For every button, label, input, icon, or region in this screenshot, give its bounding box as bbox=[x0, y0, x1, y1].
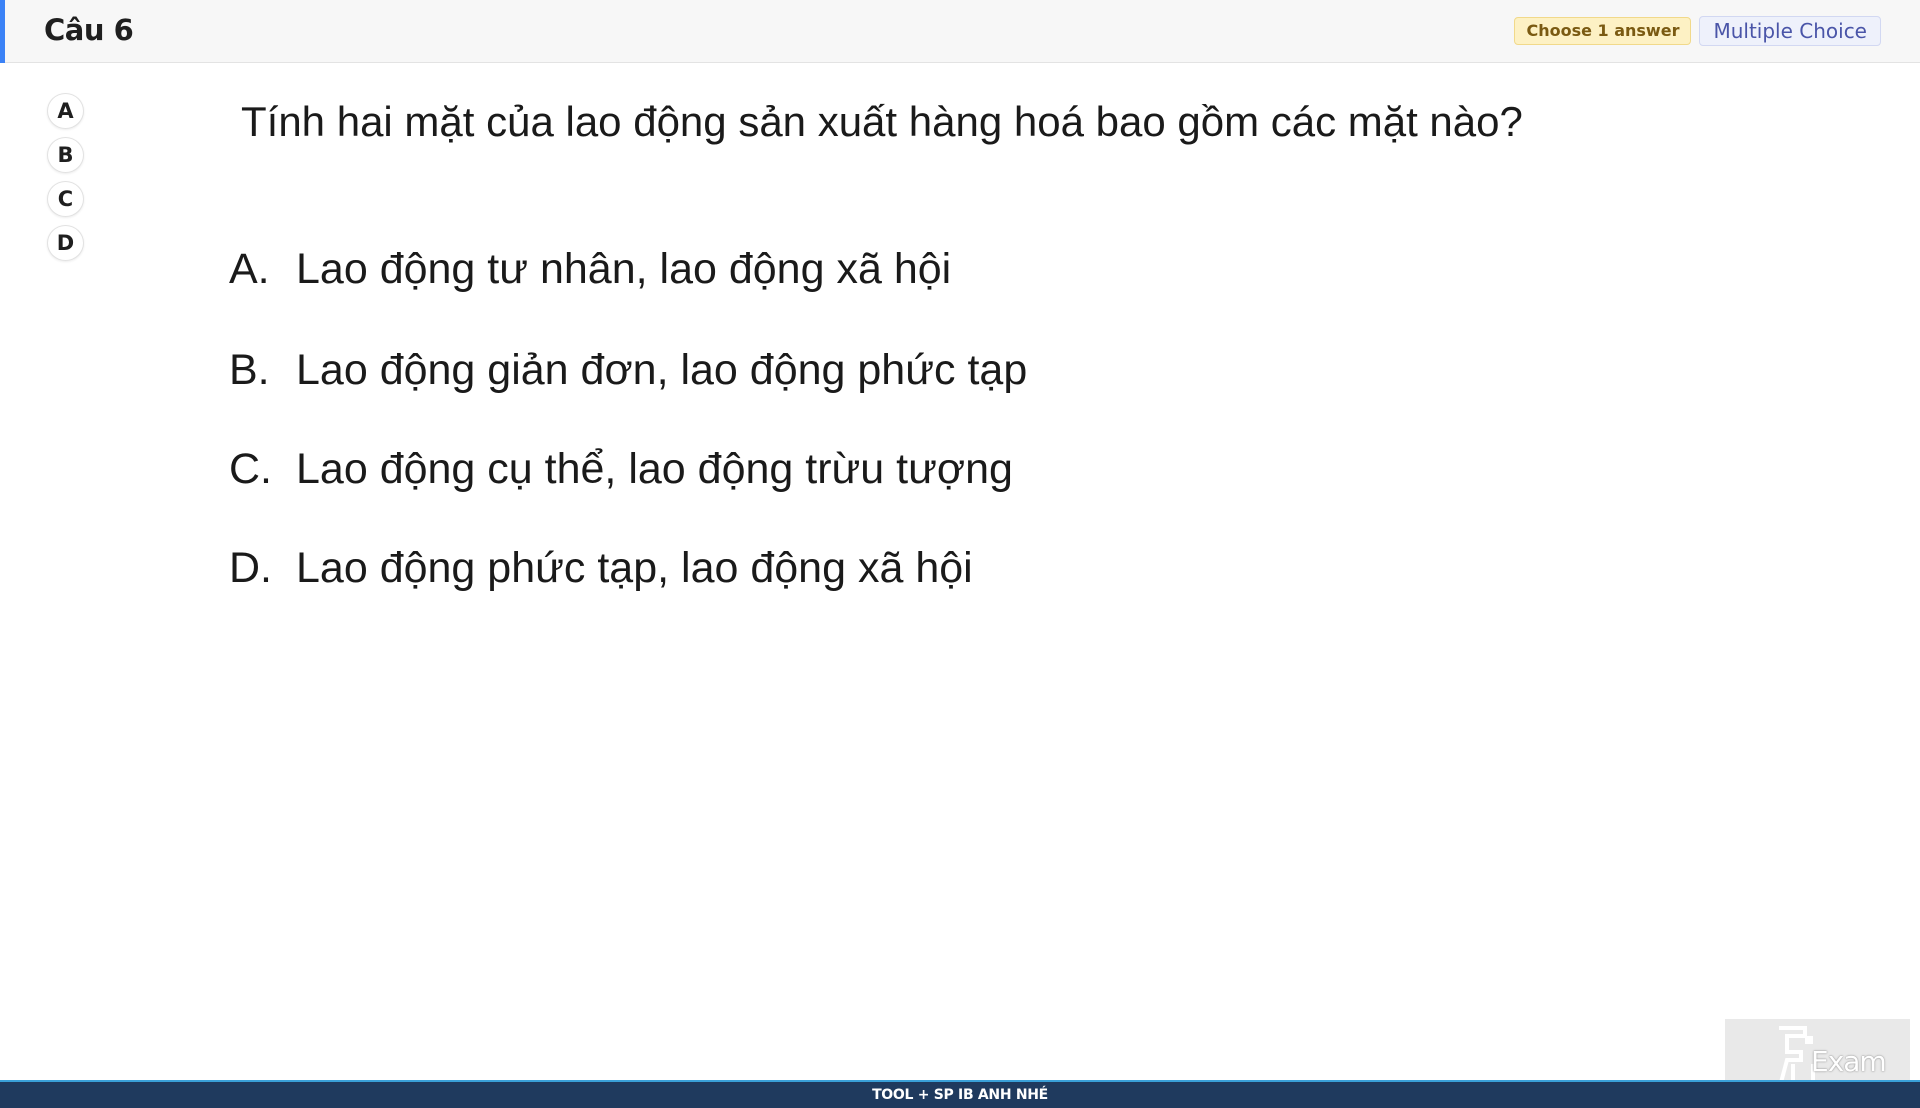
option-button-b[interactable]: B bbox=[47, 137, 84, 173]
answer-a: A. Lao động tư nhân, lao động xã hội bbox=[229, 245, 951, 294]
exam-app: Câu 6 Choose 1 answer Multiple Choice A … bbox=[0, 0, 1920, 1108]
answer-a-letter: A. bbox=[229, 245, 270, 293]
answer-c-letter: C. bbox=[229, 445, 272, 493]
answer-d: D. Lao động phức tạp, lao động xã hội bbox=[229, 544, 973, 593]
option-button-d[interactable]: D bbox=[47, 225, 84, 261]
answer-c-text: Lao động cụ thể, lao động trừu tượng bbox=[296, 445, 1013, 493]
answer-b-letter: B. bbox=[229, 346, 270, 394]
answer-b-text: Lao động giản đơn, lao động phức tạp bbox=[296, 346, 1028, 394]
footer-text: TOOL + SP IB ANH NHÉ bbox=[872, 1087, 1048, 1103]
answer-selector: A B C D bbox=[47, 93, 84, 261]
option-button-c[interactable]: C bbox=[47, 181, 84, 217]
question-type-badge: Multiple Choice bbox=[1699, 16, 1881, 46]
choose-count-badge: Choose 1 answer bbox=[1514, 17, 1692, 45]
answer-c: C. Lao động cụ thể, lao động trừu tượng bbox=[229, 445, 1013, 494]
footer-bar: TOOL + SP IB ANH NHÉ bbox=[0, 1080, 1920, 1108]
option-button-a[interactable]: A bbox=[47, 93, 84, 129]
header-accent-bar bbox=[0, 0, 5, 63]
question-number: Câu 6 bbox=[44, 13, 134, 47]
watermark-text: Exam bbox=[1811, 1045, 1887, 1078]
answer-b: B. Lao động giản đơn, lao động phức tạp bbox=[229, 346, 1027, 395]
answer-d-text: Lao động phức tạp, lao động xã hội bbox=[296, 544, 973, 592]
question-header: Câu 6 Choose 1 answer Multiple Choice bbox=[0, 0, 1920, 63]
question-badges: Choose 1 answer Multiple Choice bbox=[1514, 16, 1881, 46]
answer-a-text: Lao động tư nhân, lao động xã hội bbox=[296, 245, 952, 293]
question-image: Tính hai mặt của lao động sản xuất hàng … bbox=[0, 0, 1920, 1080]
answer-d-letter: D. bbox=[229, 544, 272, 592]
question-text: Tính hai mặt của lao động sản xuất hàng … bbox=[241, 98, 1523, 145]
